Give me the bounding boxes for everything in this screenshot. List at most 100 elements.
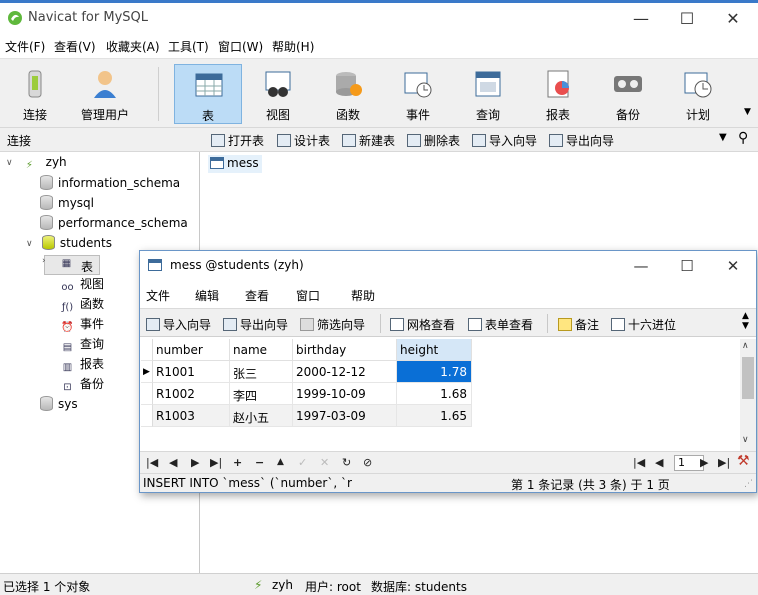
tree-category-tables[interactable]: › ▦ 表 [42,255,100,275]
add-record-icon[interactable]: + [233,456,242,469]
minimize-button[interactable]: — [618,5,664,33]
cell-height[interactable]: 1.68 [397,383,472,405]
scroll-down-icon[interactable]: ∨ [742,435,749,445]
cell-height[interactable]: 1.78 [397,361,472,383]
cell-number[interactable]: R1003 [153,405,230,427]
last-record-icon[interactable]: ▶| [210,456,222,469]
grid-view-button[interactable]: 网格查看 [390,316,455,333]
column-header-number[interactable]: number [153,339,230,361]
search-icon[interactable]: ⚲ [738,130,748,146]
menu-help[interactable]: 帮助(H) [272,38,314,55]
refresh-icon[interactable]: ↻ [342,456,351,469]
cell-name[interactable]: 赵小五 [230,405,293,427]
inner-menu-file[interactable]: 文件 [146,287,170,304]
expand-arrow-icon[interactable]: › [42,256,54,266]
tree-db-information-schema[interactable]: information_schema [40,175,180,195]
inner-export-wizard-button[interactable]: 导出向导 [223,316,288,333]
resize-grip-icon[interactable]: ⋰ [744,479,753,489]
cell-height[interactable]: 1.65 [397,405,472,427]
menu-view[interactable]: 查看(V) [54,38,96,55]
tree-category-reports[interactable]: ▥ 报表 [60,355,104,375]
object-table-mess[interactable]: mess [208,155,262,173]
tree-category-backups[interactable]: ⊡ 备份 [60,375,104,395]
cancel-changes-icon[interactable]: ✕ [320,456,329,469]
toolbar-connection-button[interactable]: 连接 [1,64,69,124]
more-options-icon[interactable]: ▼ [719,132,727,143]
prior-record-icon[interactable]: ◀ [169,456,177,469]
cell-birthday[interactable]: 1999-10-09 [293,383,397,405]
next-page-icon[interactable]: ▶ [700,456,708,469]
inner-close-button[interactable]: ✕ [710,251,756,281]
scroll-up-icon[interactable]: ∧ [742,341,749,351]
cell-number[interactable]: R1002 [153,383,230,405]
collapse-arrow-icon[interactable]: ∨ [26,239,38,249]
menu-favorites[interactable]: 收藏夹(A) [106,38,160,55]
inner-import-wizard-button[interactable]: 导入向导 [146,316,211,333]
tree-connection-zyh[interactable]: ∨ ⚡ zyh [6,155,67,175]
collapse-arrow-icon[interactable]: ∨ [6,158,18,168]
toolbar-backup-button[interactable]: 备份 [594,64,662,124]
tree-db-mysql[interactable]: mysql [40,195,94,215]
cell-birthday[interactable]: 1997-03-09 [293,405,397,427]
tree-db-students[interactable]: ∨ students [26,235,112,255]
prior-page-icon[interactable]: ◀ [655,456,663,469]
delete-record-icon[interactable]: − [255,456,264,469]
memo-button[interactable]: 备注 [558,316,599,333]
menu-file[interactable]: 文件(F) [5,38,45,55]
inner-minimize-button[interactable]: — [618,251,664,281]
stop-icon[interactable]: ⊘ [363,456,372,469]
inner-menu-edit[interactable]: 编辑 [195,287,219,304]
toolbar-event-button[interactable]: 事件 [384,64,452,124]
inner-maximize-button[interactable]: ☐ [664,251,710,281]
toolbar-view-button[interactable]: 视图 [244,64,312,124]
toolbar-manage-users-button[interactable]: 管理用户 [71,64,139,124]
apply-changes-icon[interactable]: ✓ [298,456,307,469]
form-view-button[interactable]: 表单查看 [468,316,533,333]
tools-icon[interactable]: ⚒ [737,453,750,469]
open-table-button[interactable]: 打开表 [211,132,264,149]
export-wizard-button[interactable]: 导出向导 [549,132,614,149]
cell-number[interactable]: R1001 [153,361,230,383]
cell-birthday[interactable]: 2000-12-12 [293,361,397,383]
toolbar-schedule-button[interactable]: 计划 [664,64,732,124]
toolbar-function-button[interactable]: 函数 [314,64,382,124]
toolbar-query-button[interactable]: 查询 [454,64,522,124]
toolbar-report-button[interactable]: 报表 [524,64,592,124]
edit-record-icon[interactable]: ▲ [277,457,284,467]
toolbar-table-button[interactable]: 表 [174,64,242,124]
inner-menu-help[interactable]: 帮助 [351,287,375,304]
tree-db-performance-schema[interactable]: performance_schema [40,215,188,235]
inner-toolbar-overflow-icon[interactable]: ▲ ▼ [742,311,749,331]
import-wizard-button[interactable]: 导入向导 [472,132,537,149]
first-page-icon[interactable]: |◀ [633,456,645,469]
last-page-icon[interactable]: ▶| [718,456,730,469]
maximize-button[interactable]: ☐ [664,5,710,33]
tree-category-views[interactable]: oo 视图 [60,275,104,295]
memo-icon [558,318,572,331]
column-header-name[interactable]: name [230,339,293,361]
grid-vertical-scrollbar[interactable]: ∧ ∨ [740,339,756,451]
tree-category-events[interactable]: ⏰ 事件 [60,315,104,335]
filter-wizard-button[interactable]: 筛选向导 [300,316,365,333]
next-record-icon[interactable]: ▶ [191,456,199,469]
delete-table-button[interactable]: 删除表 [407,132,460,149]
toolbar-overflow-icon[interactable]: ▼ [744,107,751,117]
column-header-height[interactable]: height [397,339,472,361]
close-button[interactable]: ✕ [710,5,756,33]
new-table-button[interactable]: 新建表 [342,132,395,149]
tree-category-queries[interactable]: ▤ 查询 [60,335,104,355]
cell-name[interactable]: 张三 [230,361,293,383]
column-header-birthday[interactable]: birthday [293,339,397,361]
inner-menu-window[interactable]: 窗口 [296,287,320,304]
toolbar-separator [380,314,381,333]
tree-category-functions[interactable]: ƒ() 函数 [60,295,104,315]
hex-button[interactable]: 十六进位 [611,316,676,333]
tree-db-sys[interactable]: sys [40,396,78,416]
menu-window[interactable]: 窗口(W) [218,38,263,55]
cell-name[interactable]: 李四 [230,383,293,405]
scrollbar-thumb[interactable] [742,357,754,399]
first-record-icon[interactable]: |◀ [146,456,158,469]
inner-menu-view[interactable]: 查看 [245,287,269,304]
menu-tools[interactable]: 工具(T) [168,38,209,55]
design-table-button[interactable]: 设计表 [277,132,330,149]
